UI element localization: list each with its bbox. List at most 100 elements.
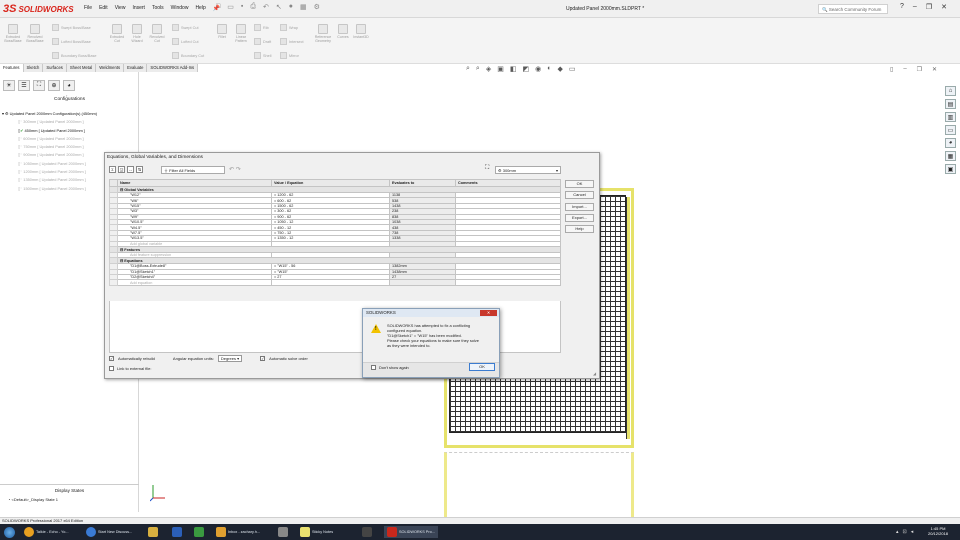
select-icon[interactable]: ↖ [276, 3, 282, 11]
start-button[interactable] [4, 526, 15, 538]
config-item[interactable]: ▯⁻ 1200mm [ Updated Panel 2000mm ] [2, 168, 97, 176]
shell-button[interactable]: Shell [254, 52, 271, 59]
config-item[interactable]: ▯⁻ 300mm [ Updated Panel 2000mm ] [2, 118, 97, 126]
help-button[interactable]: Help [565, 225, 594, 233]
undo-redo-icons[interactable]: ↶ ↷ [229, 166, 241, 173]
view-settings-icon[interactable]: ▭ [569, 65, 576, 73]
column-header[interactable]: Comments [455, 179, 561, 187]
home-icon[interactable]: ⌂ [945, 86, 956, 96]
file-properties-icon[interactable]: ▦ [300, 3, 307, 11]
swept-cut-button[interactable]: Swept Cut [172, 24, 199, 31]
help-icon[interactable]: ? [900, 3, 904, 11]
ordered-view-icon[interactable]: ⇅ [136, 166, 143, 173]
custom-properties-icon[interactable]: ▦ [945, 151, 956, 161]
lofted-boss-button[interactable]: Lofted Boss/Base [52, 38, 91, 45]
tab-features[interactable]: Features [0, 64, 24, 72]
taskbar-item[interactable]: Start New Discuss... [86, 526, 132, 538]
add-row[interactable]: Add equation [109, 279, 561, 286]
column-header[interactable]: Value / Equation [271, 179, 390, 187]
auto-rebuild-checkbox[interactable]: ✓ [109, 356, 114, 361]
taskbar-clock[interactable]: 1:45 PM 20/12/2018 [928, 526, 948, 536]
doc-restore-icon[interactable]: ▯ [890, 66, 893, 73]
forum-icon[interactable]: ▣ [945, 164, 956, 174]
taskbar-item[interactable] [172, 526, 182, 538]
taskbar-item[interactable]: Talkie - Echo - Yo... [24, 526, 69, 538]
menu-window[interactable]: Window [171, 5, 189, 12]
instant3d-button[interactable]: Instant3D [352, 24, 370, 39]
new-document-icon[interactable]: □ [216, 3, 220, 11]
previous-view-icon[interactable]: ◈ [486, 65, 491, 73]
open-icon[interactable]: ▭ [227, 3, 234, 11]
equation-view-icon[interactable]: Σ [109, 166, 116, 173]
appearance-icon[interactable]: ◐ [547, 65, 551, 73]
column-header[interactable]: Evaluates to [389, 179, 456, 187]
configuration-manager-icon[interactable]: ⛶ [33, 80, 45, 91]
configuration-select[interactable]: ⚙ 300mm ▾ [495, 166, 561, 174]
sketch-equation-view-icon[interactable]: ◲ [118, 166, 125, 173]
boundary-cut-button[interactable]: Boundary Cut [172, 52, 204, 59]
minimize-icon[interactable]: – [913, 3, 917, 11]
display-manager-icon[interactable]: ◕ [63, 80, 75, 91]
dont-show-again-checkbox[interactable] [371, 365, 376, 370]
taskbar-item[interactable]: Inbox - zachary.h... [216, 526, 260, 538]
warning-ok-button[interactable]: OK [469, 363, 495, 371]
design-library-icon[interactable]: ▥ [945, 112, 956, 122]
config-item[interactable]: ▯⁻ 900mm [ Updated Panel 2000mm ] [2, 151, 97, 159]
property-manager-icon[interactable]: ☰ [18, 80, 30, 91]
column-header[interactable]: Name [117, 179, 272, 187]
resize-grip-icon[interactable]: ◢ [593, 371, 596, 376]
revolved-cut-button[interactable]: Revolved Cut [148, 24, 166, 43]
taskbar-item[interactable] [194, 526, 204, 538]
draft-button[interactable]: Draft [254, 38, 271, 45]
reference-geometry-button[interactable]: Reference Geometry [312, 24, 334, 43]
restore-icon[interactable]: ❐ [926, 3, 932, 11]
doc-close-icon[interactable]: ✕ [932, 66, 937, 73]
resources-icon[interactable]: ▤ [945, 99, 956, 109]
display-style-icon[interactable]: ◩ [522, 65, 529, 73]
config-item[interactable]: ▯⁻ 1500mm [ Updated Panel 2000mm ] [2, 185, 97, 193]
linear-pattern-button[interactable]: Linear Pattern [232, 24, 250, 43]
show-hidden-icons-icon[interactable]: ▴ [896, 529, 899, 535]
taskbar-item[interactable]: Sticky Notes [300, 526, 333, 538]
wrap-button[interactable]: Wrap [280, 24, 298, 31]
taskbar-item[interactable] [148, 526, 158, 538]
appearances-icon[interactable]: ◕ [945, 138, 956, 148]
extruded-boss-button[interactable]: Extruded Boss/Base [4, 24, 22, 43]
hole-wizard-button[interactable]: Hole Wizard [128, 24, 146, 43]
view-orientation-icon[interactable]: ◧ [510, 65, 517, 73]
tab-evaluate[interactable]: Evaluate [124, 64, 148, 72]
scene-icon[interactable]: ◆ [557, 65, 562, 73]
menu-edit[interactable]: Edit [99, 5, 108, 12]
zoom-to-fit-icon[interactable]: ⌕ [466, 65, 470, 73]
intersect-button[interactable]: Intersect [280, 38, 304, 45]
config-item-active[interactable]: ▯✔ 450mm [ Updated Panel 2000mm ] [2, 127, 97, 135]
link-external-checkbox[interactable] [109, 366, 114, 371]
rib-button[interactable]: Rib [254, 24, 269, 31]
swept-boss-button[interactable]: Swept Boss/Base [52, 24, 91, 31]
revolved-boss-button[interactable]: Revolved Boss/Base [26, 24, 44, 43]
dimension-view-icon[interactable]: ↔ [127, 166, 134, 173]
doc-maximize-icon[interactable]: ❐ [917, 66, 922, 73]
mirror-button[interactable]: Mirror [280, 52, 299, 59]
angular-units-select[interactable]: Degrees ▾ [217, 355, 243, 362]
network-icon[interactable]: ⊡ [903, 529, 907, 535]
config-item[interactable]: ▯⁻ 1050mm [ Updated Panel 2000mm ] [2, 160, 97, 168]
tab-sheet-metal[interactable]: Sheet Metal [66, 64, 97, 72]
display-state-item[interactable]: ◔ <Default>_Display State 1 [8, 497, 58, 502]
hide-show-icon[interactable]: ◉ [535, 65, 541, 73]
auto-solve-checkbox[interactable]: ✓ [260, 356, 266, 361]
options-icon[interactable]: ⚙ [314, 3, 320, 11]
menu-help[interactable]: Help [195, 5, 205, 12]
filter-input[interactable]: ⏚ Filter All Fields [161, 166, 225, 174]
menu-insert[interactable]: Insert [132, 5, 145, 12]
config-item[interactable]: ▯⁻ 750mm [ Updated Panel 2000mm ] [2, 143, 97, 151]
tab-surfaces[interactable]: Surfaces [43, 64, 67, 72]
lofted-cut-button[interactable]: Lofted Cut [172, 38, 199, 45]
config-item[interactable]: ▯⁻ 600mm [ Updated Panel 2000mm ] [2, 135, 97, 143]
volume-icon[interactable]: ◂ [911, 529, 914, 535]
file-explorer-icon[interactable]: ▭ [945, 125, 956, 135]
undo-icon[interactable]: ↶ [263, 3, 269, 11]
extruded-cut-button[interactable]: Extruded Cut [108, 24, 126, 43]
config-root[interactable]: ▾ ⚙ Updated Panel 2000mm Configuration(s… [2, 110, 97, 118]
tab-sketch[interactable]: Sketch [23, 64, 44, 72]
